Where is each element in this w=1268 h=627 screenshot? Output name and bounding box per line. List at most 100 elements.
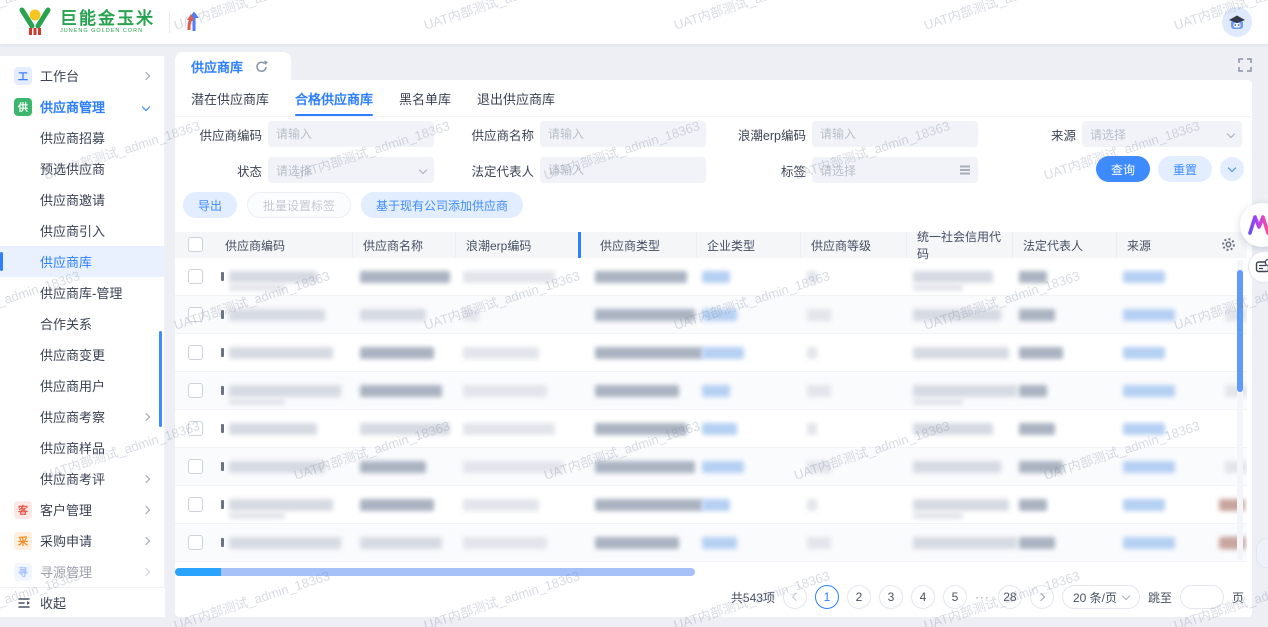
sidebar-item-sourcing-management[interactable]: 寻 寻源管理 xyxy=(0,556,165,587)
sidebar-item-supplier-library-manage[interactable]: 供应商库-管理 xyxy=(0,277,165,308)
sidebar-item-supplier-sample[interactable]: 供应商样品 xyxy=(0,432,165,463)
sidebar-item-cooperation[interactable]: 合作关系 xyxy=(0,308,165,339)
row-checkbox[interactable] xyxy=(188,535,203,550)
page-button-4[interactable]: 4 xyxy=(910,585,935,609)
table-row[interactable] xyxy=(175,334,1247,372)
col-supplier-grade[interactable]: 供应商等级 xyxy=(800,232,906,258)
page-size-select[interactable]: 20 条/页 xyxy=(1061,585,1140,609)
sidebar-item-supplier-management[interactable]: 供 供应商管理 xyxy=(0,91,165,122)
subtab-blacklist[interactable]: 黑名单库 xyxy=(399,80,451,116)
query-button[interactable]: 查询 xyxy=(1095,156,1150,182)
page-button-1[interactable]: 1 xyxy=(814,585,839,609)
subtab-potential-suppliers[interactable]: 潜在供应商库 xyxy=(191,80,269,116)
chevron-left-icon xyxy=(791,592,801,602)
redacted-cell xyxy=(913,271,993,283)
col-supplier-type[interactable]: 供应商类型 xyxy=(590,232,696,258)
row-checkbox[interactable] xyxy=(188,269,203,284)
chevron-right-icon xyxy=(141,71,151,80)
table-row[interactable] xyxy=(175,448,1247,486)
sidebar-item-supplier-invite[interactable]: 供应商邀请 xyxy=(0,184,165,215)
column-settings-gear-icon[interactable] xyxy=(1221,237,1236,255)
sidebar-item-workbench[interactable]: 工 工作台 xyxy=(0,60,165,91)
table-row[interactable] xyxy=(175,486,1247,524)
subtab-qualified-suppliers[interactable]: 合格供应商库 xyxy=(295,80,374,116)
next-page-button[interactable] xyxy=(1029,585,1054,609)
legal-person-input[interactable] xyxy=(540,157,706,183)
tags-multiselect[interactable]: 请选择 xyxy=(812,157,978,183)
col-supplier-code[interactable]: 供应商编码 xyxy=(215,232,352,258)
col-erp-code[interactable]: 浪潮erp编码 xyxy=(455,232,578,258)
subtab-exited-suppliers[interactable]: 退出供应商库 xyxy=(477,80,555,116)
expand-filters-button[interactable] xyxy=(1220,157,1244,181)
source-select[interactable]: 请选择 xyxy=(1082,121,1242,147)
add-from-company-button[interactable]: 基于现有公司添加供应商 xyxy=(361,192,524,218)
batch-tag-button[interactable]: 批量设置标签 xyxy=(247,192,352,218)
redacted-cell xyxy=(229,385,341,397)
page-button-2[interactable]: 2 xyxy=(846,585,871,609)
collapse-icon xyxy=(18,597,30,608)
redacted-cell xyxy=(1019,309,1055,321)
table-row[interactable] xyxy=(175,524,1247,562)
filter-erp-code: 浪潮erp编码 xyxy=(715,120,978,148)
horizontal-scrollbar[interactable] xyxy=(175,568,695,576)
vertical-scrollbar-thumb[interactable] xyxy=(1237,270,1243,392)
sidebar-item-customer-management[interactable]: 客 客户管理 xyxy=(0,494,165,525)
redacted-cell xyxy=(360,347,434,359)
filter-supplier-code: 供应商编码 xyxy=(181,120,434,148)
redacted-cell xyxy=(913,499,1009,511)
table-row[interactable] xyxy=(175,296,1247,334)
sidebar-item-supplier-change[interactable]: 供应商变更 xyxy=(0,339,165,370)
row-checkbox[interactable] xyxy=(188,345,203,360)
supplier-code-input[interactable] xyxy=(268,121,434,147)
redacted-cell xyxy=(1019,461,1063,473)
prev-page-button[interactable] xyxy=(782,585,807,609)
table-row[interactable] xyxy=(175,258,1247,296)
redacted-cell xyxy=(913,398,963,405)
row-checkbox[interactable] xyxy=(188,421,203,436)
sidebar-item-supplier-recruit[interactable]: 供应商招募 xyxy=(0,122,165,153)
reset-button[interactable]: 重置 xyxy=(1157,156,1212,182)
status-select[interactable]: 请选择 xyxy=(268,157,434,183)
page-button-5[interactable]: 5 xyxy=(942,585,967,609)
sidebar-item-supplier-library[interactable]: 供应商库 xyxy=(0,246,165,277)
sidebar-item-purchase-request[interactable]: 采 采购申请 xyxy=(0,525,165,556)
collapse-sidebar-button[interactable]: 收起 xyxy=(0,587,165,617)
sidebar-scrollbar[interactable] xyxy=(159,331,162,427)
horizontal-scrollbar-track[interactable] xyxy=(221,568,695,576)
col-source[interactable]: 来源 xyxy=(1116,232,1221,258)
erp-code-input[interactable] xyxy=(812,121,978,147)
sidebar-item-supplier-intro[interactable]: 供应商引入 xyxy=(0,215,165,246)
col-enterprise-type[interactable]: 企业类型 xyxy=(696,232,800,258)
row-checkbox[interactable] xyxy=(188,459,203,474)
up-arrows-icon[interactable] xyxy=(180,9,206,35)
edge-handle[interactable] xyxy=(1256,538,1268,568)
frozen-column-divider[interactable] xyxy=(578,232,581,258)
table-actions: 导出 批量设置标签 基于现有公司添加供应商 xyxy=(183,192,524,218)
sidebar-item-preselect-supplier[interactable]: 预选供应商 xyxy=(0,153,165,184)
tab-supplier-library[interactable]: 供应商库 xyxy=(175,52,291,80)
row-checkbox[interactable] xyxy=(188,383,203,398)
user-avatar[interactable] xyxy=(1222,7,1252,37)
refresh-icon[interactable] xyxy=(255,60,269,73)
col-credit-code[interactable]: 统一社会信用代码 xyxy=(906,230,1012,261)
fullscreen-icon[interactable] xyxy=(1238,58,1252,77)
filter-status: 状态 请选择 xyxy=(181,156,434,184)
col-supplier-name[interactable]: 供应商名称 xyxy=(352,232,455,258)
jump-page-input[interactable] xyxy=(1179,585,1224,609)
col-legal-person[interactable]: 法定代表人 xyxy=(1012,232,1116,258)
row-checkbox[interactable] xyxy=(188,307,203,322)
sidebar-item-supplier-review[interactable]: 供应商考评 xyxy=(0,463,165,494)
select-all-checkbox[interactable] xyxy=(188,237,203,252)
page-button-3[interactable]: 3 xyxy=(878,585,903,609)
horizontal-scrollbar-thumb[interactable] xyxy=(175,568,221,576)
table-row[interactable] xyxy=(175,372,1247,410)
row-checkbox[interactable] xyxy=(188,497,203,512)
vertical-scrollbar-track[interactable] xyxy=(1237,260,1243,560)
page-button-28[interactable]: 28 xyxy=(997,585,1022,609)
supplier-name-input[interactable] xyxy=(540,121,706,147)
export-button[interactable]: 导出 xyxy=(183,192,238,218)
list-lines-icon xyxy=(960,169,970,171)
sidebar-item-supplier-user[interactable]: 供应商用户 xyxy=(0,370,165,401)
sidebar-item-supplier-inspect[interactable]: 供应商考察 xyxy=(0,401,165,432)
table-row[interactable] xyxy=(175,410,1247,448)
